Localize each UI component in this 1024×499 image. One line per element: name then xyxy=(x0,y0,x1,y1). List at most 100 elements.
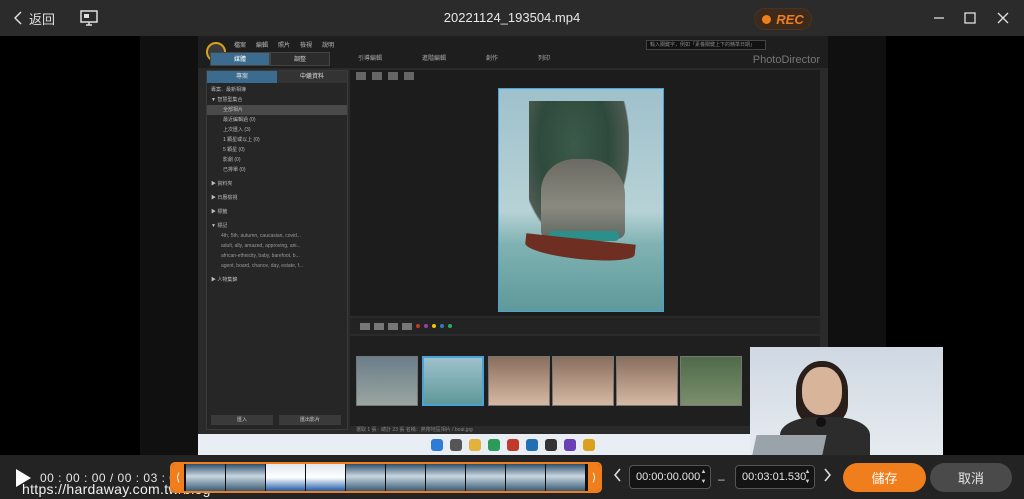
pd-tree-item: 已排單 (0) xyxy=(223,167,246,173)
timeline-frame xyxy=(226,464,266,491)
stepper-down-icon[interactable]: ▼ xyxy=(701,478,707,486)
start-time-stepper[interactable]: ▲ ▼ xyxy=(699,468,708,486)
windows-taskbar xyxy=(198,434,828,455)
pd-photo-viewer xyxy=(350,70,820,316)
screen-mode-button[interactable] xyxy=(80,10,98,31)
pd-tree-item: ▼ 標記 xyxy=(211,223,228,229)
minimize-icon xyxy=(934,17,944,19)
pd-tree-item: 專案．最新相簿 xyxy=(211,87,247,93)
pd-menu: 檔案 編輯 照片 檢視 說明 xyxy=(234,40,334,49)
editor-bottom-bar: 00 : 00 : 00 / 00 : 03 : 01 https://hard… xyxy=(0,455,1024,499)
maximize-button[interactable] xyxy=(959,8,981,28)
pd-brand: PhotoDirector xyxy=(752,54,820,66)
pd-menu-item: 照片 xyxy=(278,43,291,49)
pd-tab-media: 媒體 xyxy=(210,52,270,66)
folder-icon xyxy=(469,438,481,451)
start-icon xyxy=(431,438,443,451)
pd-tree-item: ▶ 標籤 xyxy=(211,209,228,215)
start-time-field[interactable]: 00:00:00.000 ▲ ▼ xyxy=(629,465,711,489)
range-separator: – xyxy=(718,472,725,486)
cancel-button[interactable]: 取消 xyxy=(930,463,1012,492)
pd-menu-item: 說明 xyxy=(322,43,335,49)
stepper-down-icon[interactable]: ▼ xyxy=(805,478,811,486)
pd-menu-item: 檢視 xyxy=(300,43,313,49)
pd-tree-item: 4th, 5th, autumn, caucasian, covid... xyxy=(221,233,302,239)
pd-color-label xyxy=(440,324,444,328)
rec-label: REC xyxy=(776,11,804,27)
pd-tree-item: adult, ally, amazed, approving, ani... xyxy=(221,243,301,249)
pd-main-photo xyxy=(498,88,664,312)
letterbox-left xyxy=(0,36,140,455)
pd-module: 進階編輯 xyxy=(422,56,447,62)
timeline-frame xyxy=(346,464,386,491)
timeline-frame xyxy=(386,464,426,491)
photo-rock-base xyxy=(541,159,625,239)
pd-thumbnail xyxy=(488,356,550,406)
pd-menu-item: 編輯 xyxy=(256,43,269,49)
stepper-up-icon[interactable]: ▲ xyxy=(701,468,707,476)
recorded-app-screen: 檔案 編輯 照片 檢視 說明 媒體 調整 引導編輯 進階編輯 創作 列印 輸入關… xyxy=(198,36,943,455)
pd-color-label xyxy=(416,324,420,328)
pd-module: 創作 xyxy=(486,56,499,62)
next-frame-button[interactable] xyxy=(823,468,832,485)
pd-view-tool xyxy=(388,72,398,80)
pd-menu-item: 檔案 xyxy=(234,43,247,49)
chevron-left-icon xyxy=(14,11,22,25)
pd-panel-tab: 專案 xyxy=(207,71,277,83)
close-button[interactable] xyxy=(992,8,1014,28)
rec-badge[interactable]: REC xyxy=(754,8,812,30)
laptop-icon xyxy=(751,435,827,455)
close-icon xyxy=(997,12,1009,24)
pd-tree: 專案．最新相簿 ▼ 智慧型集合 全部相片 最近編輯過 (0) 上次匯入 (3) … xyxy=(207,85,347,285)
save-button[interactable]: 儲存 xyxy=(843,463,926,492)
pd-tree-item: 最近編輯過 (0) xyxy=(223,117,256,123)
photodirector-icon xyxy=(583,438,595,451)
pd-tree-item: agent, board, chance, day, estate, f... xyxy=(221,263,304,269)
pd-tool xyxy=(374,322,384,330)
pd-thumbnail xyxy=(616,356,678,406)
minimize-button[interactable] xyxy=(928,8,950,28)
pd-thumbnail xyxy=(422,356,484,406)
pd-tree-item: 全部相片 xyxy=(207,105,347,115)
pd-view-tool xyxy=(404,72,414,80)
pd-module: 列印 xyxy=(538,56,551,62)
end-time-field[interactable]: 00:03:01.530 ▲ ▼ xyxy=(735,465,815,489)
pd-panel-tab: 中繼資料 xyxy=(277,71,347,83)
pd-thumbnail xyxy=(552,356,614,406)
browser-icon xyxy=(488,438,500,451)
presenter-face xyxy=(802,367,842,415)
timeline-frame xyxy=(466,464,506,491)
pd-tree-item: african-ethnicity, baby, barefoot, b... xyxy=(221,253,300,259)
chevron-right-icon xyxy=(824,468,832,482)
pd-color-label xyxy=(448,324,452,328)
pd-left-panel: 專案 中繼資料 專案．最新相簿 ▼ 智慧型集合 全部相片 最近編輯過 (0) 上… xyxy=(206,70,348,430)
trim-end-handle[interactable]: ⟩ xyxy=(588,464,600,491)
trim-start-handle[interactable]: ⟨ xyxy=(172,464,184,491)
pd-tree-item: ▼ 智慧型集合 xyxy=(211,97,243,103)
timeline-frame xyxy=(506,464,546,491)
start-time-value: 00:00:00.000 xyxy=(636,471,701,483)
pd-toolbar xyxy=(350,318,820,334)
back-button[interactable]: 返回 xyxy=(14,8,55,28)
webcam-overlay xyxy=(750,347,943,455)
trim-timeline[interactable]: ⟨ ⟩ xyxy=(170,462,602,493)
pd-thumbnail xyxy=(680,356,742,406)
end-time-value: 00:03:01.530 xyxy=(742,471,807,483)
end-time-stepper[interactable]: ▲ ▼ xyxy=(803,468,812,486)
prev-frame-button[interactable] xyxy=(613,468,622,485)
pd-tree-item: ▶ 日曆檢視 xyxy=(211,195,238,201)
pd-mode-tabs: 媒體 調整 xyxy=(210,52,330,66)
pd-topbar: 檔案 編輯 照片 檢視 說明 媒體 調整 引導編輯 進階編輯 創作 列印 輸入關… xyxy=(198,36,828,68)
pd-module: 引導編輯 xyxy=(358,56,383,62)
pd-tab-adjust: 調整 xyxy=(270,52,330,66)
pd-color-label xyxy=(432,324,436,328)
video-preview[interactable]: 檔案 編輯 照片 檢視 說明 媒體 調整 引導編輯 進階編輯 創作 列印 輸入關… xyxy=(140,36,943,455)
stepper-up-icon[interactable]: ▲ xyxy=(805,468,811,476)
pd-tree-item: 1 顆星或以上 (0) xyxy=(223,137,260,143)
monitor-icon xyxy=(80,10,98,26)
pd-tree-item: 影劇 (0) xyxy=(223,157,241,163)
timeline-frame xyxy=(186,464,226,491)
maximize-icon xyxy=(964,12,976,24)
timeline-frame xyxy=(546,464,586,491)
pd-tree-item: 上次匯入 (3) xyxy=(223,127,251,133)
